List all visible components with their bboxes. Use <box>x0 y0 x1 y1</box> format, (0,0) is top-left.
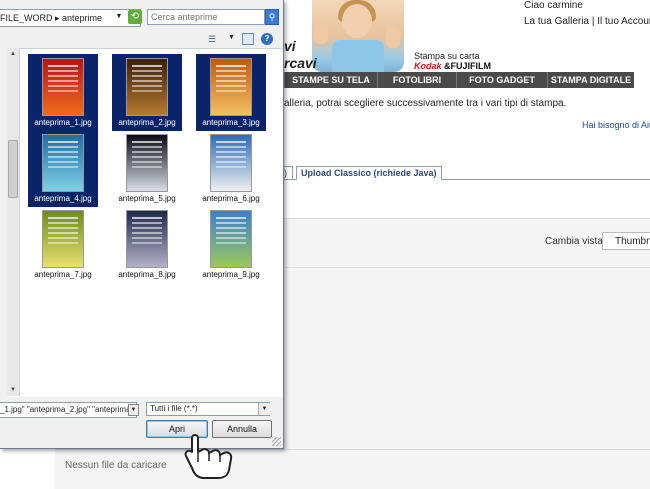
views-dropdown-icon[interactable]: ▼ <box>228 34 235 41</box>
image-thumbnail <box>210 210 252 268</box>
site-title-line2: rcavi <box>284 55 317 71</box>
file-item[interactable]: anteprima_6.jpg <box>196 130 266 207</box>
filename-dropdown-icon[interactable]: ▼ <box>128 404 139 416</box>
scroll-up-icon[interactable]: ▲ <box>7 48 19 60</box>
file-item[interactable]: anteprima_3.jpg <box>196 54 266 131</box>
image-thumbnail <box>126 134 168 192</box>
info-text: alleria, potrai scegliere successivament… <box>284 98 567 109</box>
filename-field[interactable]: _1.jpg" "anteprima_2.jpg" "anteprima <box>0 402 137 418</box>
tab-upload-classico[interactable]: Upload Classico (richiede Java) <box>296 166 442 180</box>
brand-logos: Kodak &FUJIFILM <box>414 61 491 71</box>
print-on-paper-label: Stampa su carta <box>414 51 480 61</box>
help-link[interactable]: Hai bisogno di Aiu <box>582 120 650 130</box>
image-thumbnail <box>210 134 252 192</box>
thumbs-up-left <box>314 22 328 44</box>
file-name: anteprima_8.jpg <box>118 270 176 279</box>
image-thumbnail <box>126 58 168 116</box>
main-nav: STAMPE SU TELA FOTOLIBRI FOTO GADGET STA… <box>284 72 634 88</box>
account-links: La tua Galleria | Il tuo Account <box>524 16 650 27</box>
file-item[interactable]: anteprima_4.jpg <box>28 130 98 207</box>
search-icon[interactable]: ⚲ <box>265 9 279 25</box>
nav-stampe-su-tela[interactable]: STAMPE SU TELA <box>284 72 377 88</box>
file-name: anteprima_1.jpg <box>34 118 92 127</box>
thumbs-up-right <box>386 26 400 48</box>
file-item[interactable]: anteprima_2.jpg <box>112 54 182 131</box>
file-list: anteprima_1.jpg anteprima_2.jpg anteprima_… <box>7 48 283 397</box>
image-thumbnail <box>42 58 84 116</box>
file-name: anteprima_2.jpg <box>118 118 176 127</box>
image-thumbnail <box>42 134 84 192</box>
nav-foto-gadget[interactable]: FOTO GADGET <box>456 72 547 88</box>
file-name: anteprima_5.jpg <box>118 194 176 203</box>
views-icon[interactable]: ☰ <box>208 34 226 46</box>
tab-previous[interactable]: ) <box>284 166 293 180</box>
file-name: anteprima_9.jpg <box>202 270 260 279</box>
file-item[interactable]: anteprima_8.jpg <box>112 206 182 283</box>
link-separator: | <box>591 16 595 27</box>
kodak-logo: Kodak <box>414 61 442 71</box>
nav-fotolibri[interactable]: FOTOLIBRI <box>377 72 456 88</box>
file-name: anteprima_7.jpg <box>34 270 92 279</box>
nav-stampa-digitale[interactable]: STAMPA DIGITALE <box>547 72 634 88</box>
file-list-scrollbar[interactable]: ▲ ▼ <box>7 48 20 396</box>
user-greeting: Ciao carmine <box>524 0 583 11</box>
scroll-down-icon[interactable]: ▼ <box>7 384 19 396</box>
address-dropdown-icon[interactable]: ▼ <box>114 10 124 24</box>
file-name: anteprima_6.jpg <box>202 194 260 203</box>
filter-dropdown-icon[interactable]: ▼ <box>258 403 270 415</box>
image-thumbnail <box>210 58 252 116</box>
gallery-link[interactable]: La tua Galleria <box>524 16 589 27</box>
file-name: anteprima_4.jpg <box>34 194 92 203</box>
help-icon[interactable]: ? <box>261 33 273 45</box>
file-item[interactable]: anteprima_1.jpg <box>28 54 98 131</box>
hand-pointer-icon <box>184 434 233 479</box>
panel-divider <box>285 267 650 268</box>
image-thumbnail <box>126 210 168 268</box>
file-item[interactable]: anteprima_5.jpg <box>112 130 182 207</box>
file-item[interactable]: anteprima_7.jpg <box>28 206 98 283</box>
file-name: anteprima_3.jpg <box>202 118 260 127</box>
image-thumbnail <box>42 210 84 268</box>
file-type-filter[interactable]: Tutti i file (*.*) <box>146 402 270 416</box>
scroll-thumb[interactable] <box>8 140 18 198</box>
site-title-line1: vi <box>284 38 296 54</box>
resize-grip-icon[interactable] <box>272 437 281 446</box>
no-files-message: Nessun file da caricare <box>65 460 167 471</box>
account-link[interactable]: Il tuo Account <box>597 16 650 27</box>
refresh-icon[interactable]: ⟲ <box>128 10 142 24</box>
view-label: Cambia vista: <box>545 236 606 247</box>
banner-girl-image <box>312 0 404 72</box>
preview-pane-icon[interactable] <box>242 33 254 45</box>
search-input[interactable] <box>147 9 265 25</box>
file-item[interactable]: anteprima_9.jpg <box>196 206 266 283</box>
fujifilm-logo: &FUJIFILM <box>444 61 492 71</box>
files-divider <box>55 449 650 450</box>
view-select[interactable]: Thumbna <box>602 232 650 250</box>
file-open-dialog: FILE_WORD ▸ anteprime ▼ ⟲ ⚲ ☰ ▼ ? antepr… <box>0 0 284 449</box>
